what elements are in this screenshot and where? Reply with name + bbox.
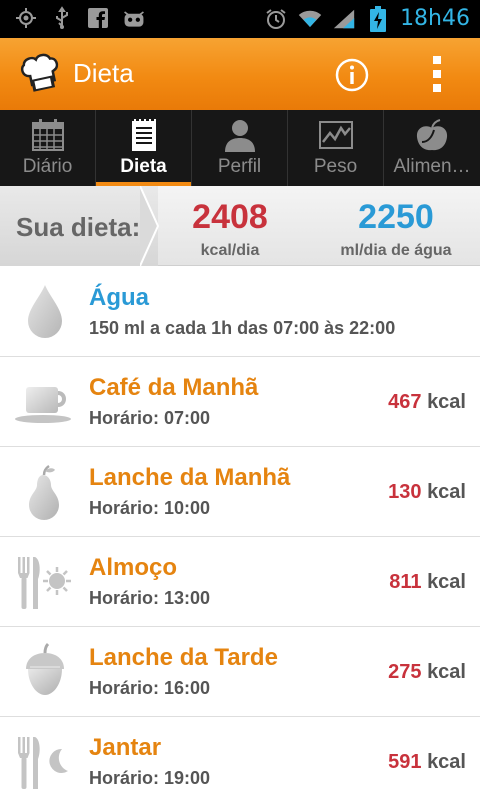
tab-label: Dieta [120,156,167,177]
tab-diario[interactable]: Diário [0,110,96,186]
tab-bar: Diário Dieta Perfil Peso Alimen… [0,110,480,186]
meal-kcal: 811 kcal [389,571,466,594]
gps-icon [14,6,38,30]
summary-label: Sua dieta: [16,212,141,242]
water-per-day-unit: ml/dia de água [340,242,452,259]
tab-peso[interactable]: Peso [288,110,384,186]
meal-kcal: 130 kcal [388,481,466,504]
calendar-icon [30,118,66,152]
battery-charging-icon [366,5,390,32]
kcal-per-day-value: 2408 [192,198,268,236]
meal-subtitle: Horário: 13:00 [89,588,211,608]
signal-icon [332,7,356,31]
overflow-menu-icon[interactable] [422,54,452,94]
coffee-cup-icon [14,371,76,433]
summary-divider [140,186,160,266]
meal-kcal-unit: kcal [427,751,466,773]
meal-title: Jantar [89,734,162,761]
pear-icon [14,461,76,523]
meal-title: Café da Manhã [89,374,259,401]
info-icon[interactable] [334,57,370,93]
water-per-day-value: 2250 [358,198,434,236]
diet-summary: Sua dieta: 2408 kcal/dia 2250 ml/dia de … [0,186,480,266]
meal-kcal-unit: kcal [427,571,466,593]
usb-icon [50,6,74,30]
action-bar: Dieta [0,38,480,110]
list-item-cafe-da-manha[interactable]: Café da Manhã Horário: 07:00 467 kcal [0,357,480,447]
cutlery-moon-icon [14,731,76,793]
notepad-icon [126,118,162,152]
status-bar: 18h46 [0,0,480,38]
meal-subtitle: Horário: 16:00 [89,678,211,698]
meal-kcal-unit: kcal [427,661,466,683]
chef-hat-icon[interactable] [18,52,62,96]
tab-label: Perfil [217,156,262,177]
list-item-almoco[interactable]: Almoço Horário: 13:00 811 kcal [0,537,480,627]
meal-kcal-value: 275 [388,661,422,683]
facebook-icon [86,6,110,30]
meal-kcal-unit: kcal [427,481,466,503]
tab-dieta[interactable]: Dieta [96,110,192,186]
water-drop-icon [14,281,76,343]
meal-kcal-unit: kcal [427,391,466,413]
apple-icon [414,118,450,152]
acorn-icon [14,641,76,703]
meal-kcal-value: 467 [388,391,422,413]
person-icon [222,118,258,152]
meal-title: Lanche da Tarde [89,644,278,671]
list-item-lanche-da-manha[interactable]: Lanche da Manhã Horário: 10:00 130 kcal [0,447,480,537]
tab-label: Alimen… [393,156,471,177]
meal-title: Água [89,284,149,311]
meal-title: Lanche da Manhã [89,464,291,491]
kcal-per-day-unit: kcal/dia [200,242,260,259]
meal-kcal: 591 kcal [388,751,466,774]
android-icon [122,6,146,30]
app-title: Dieta [73,58,134,88]
meal-list: Água 150 ml a cada 1h das 07:00 às 22:00… [0,267,480,800]
wifi-icon [298,7,322,31]
chart-icon [318,118,354,152]
status-time: 18h46 [400,6,470,31]
list-item-jantar[interactable]: Jantar Horário: 19:00 591 kcal [0,717,480,800]
cutlery-sun-icon [14,551,76,613]
list-item-agua[interactable]: Água 150 ml a cada 1h das 07:00 às 22:00 [0,267,480,357]
alarm-icon [264,7,288,31]
meal-kcal-value: 130 [388,481,422,503]
meal-subtitle: Horário: 10:00 [89,498,211,518]
tab-label: Peso [313,156,358,177]
meal-title: Almoço [89,554,178,581]
tab-alimentos[interactable]: Alimen… [384,110,480,186]
meal-kcal: 467 kcal [388,391,466,414]
meal-subtitle: 150 ml a cada 1h das 07:00 às 22:00 [89,318,396,338]
meal-kcal-value: 591 [388,751,422,773]
meal-kcal: 275 kcal [388,661,466,684]
meal-subtitle: Horário: 07:00 [89,408,211,428]
meal-subtitle: Horário: 19:00 [89,768,211,788]
meal-kcal-value: 811 [389,571,422,593]
tab-label: Diário [22,156,73,177]
tab-perfil[interactable]: Perfil [192,110,288,186]
list-item-lanche-da-tarde[interactable]: Lanche da Tarde Horário: 16:00 275 kcal [0,627,480,717]
